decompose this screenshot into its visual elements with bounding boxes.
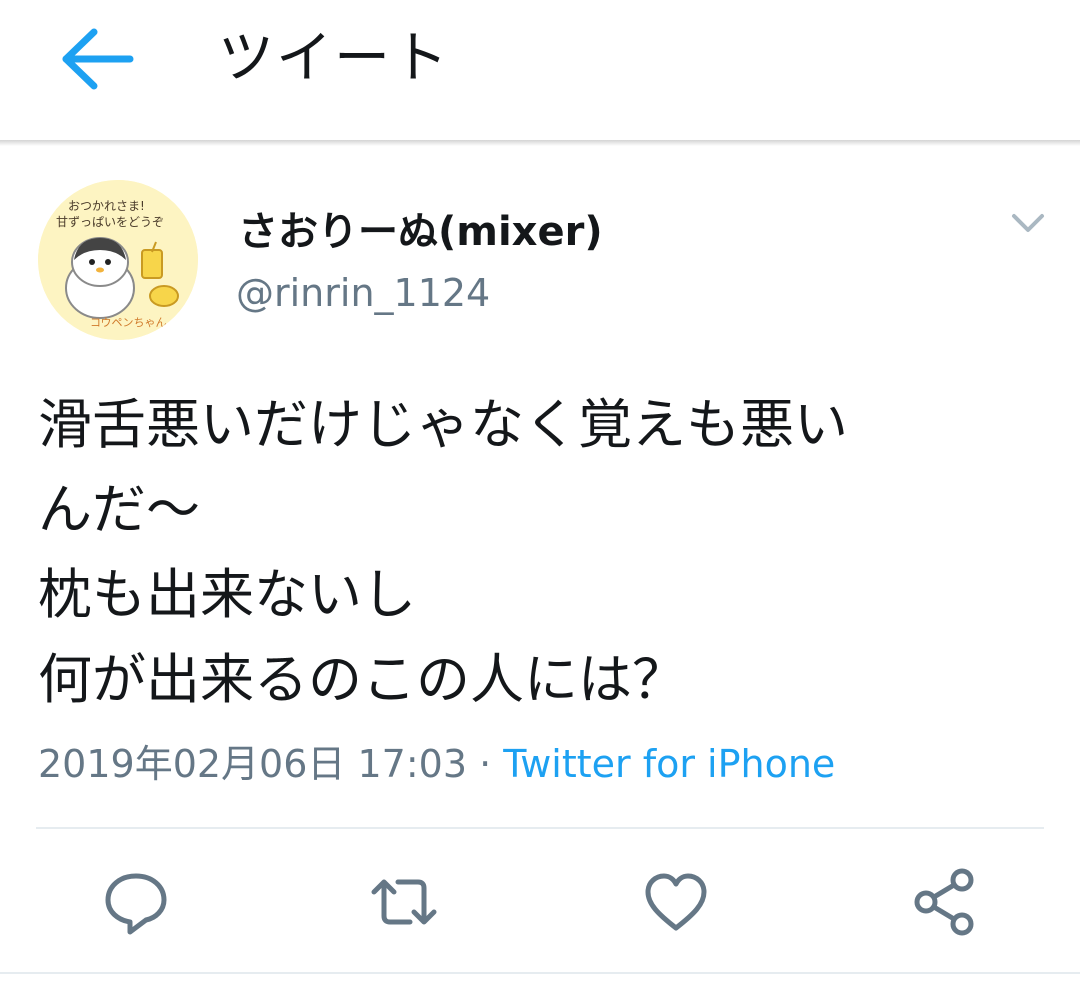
- retweet-icon: [371, 879, 437, 925]
- avatar-caption-footer: コウペンちゃん: [90, 316, 167, 329]
- back-button[interactable]: [58, 26, 138, 92]
- bottom-divider: [0, 972, 1080, 974]
- avatar-caption-line1: おつかれさま!: [68, 199, 145, 213]
- retweet-button[interactable]: [364, 862, 444, 942]
- like-button[interactable]: [636, 862, 716, 942]
- header-divider: [0, 140, 1080, 146]
- display-name[interactable]: さおりーぬ(mixer): [238, 204, 603, 260]
- tweet-meta: 2019年02月06日 17:03 · Twitter for iPhone: [38, 736, 835, 792]
- tweet-action-bar: [0, 862, 1080, 942]
- chevron-down-icon: [1012, 214, 1044, 232]
- meta-separator: ·: [467, 742, 504, 786]
- page-title: ツイート: [218, 26, 450, 91]
- arrow-left-icon: [62, 28, 134, 90]
- penguin-avatar-illustration: おつかれさま! 甘ずっぱいをどうぞ コウペンちゃん: [38, 180, 198, 340]
- divider: [36, 827, 1044, 829]
- avatar-caption-line2: 甘ずっぱいをどうぞ: [56, 215, 164, 229]
- tweet-text: 滑舌悪いだけじゃなく覚えも悪い んだ〜 枕も出来ないし 何が出来るのこの人には？: [38, 393, 848, 711]
- avatar[interactable]: おつかれさま! 甘ずっぱいをどうぞ コウペンちゃん: [38, 180, 198, 340]
- tweet-timestamp: 2019年02月06日 17:03: [38, 742, 468, 786]
- share-button[interactable]: [904, 862, 984, 942]
- heart-icon: [645, 873, 707, 931]
- tweet-options-button[interactable]: [1006, 206, 1050, 242]
- tweet-source-link[interactable]: Twitter for iPhone: [503, 742, 835, 786]
- share-icon: [914, 868, 974, 936]
- reply-icon: [105, 873, 167, 935]
- user-handle[interactable]: @rinrin_1124: [236, 266, 490, 320]
- app-header: ツイート: [0, 0, 1080, 140]
- reply-button[interactable]: [96, 862, 176, 942]
